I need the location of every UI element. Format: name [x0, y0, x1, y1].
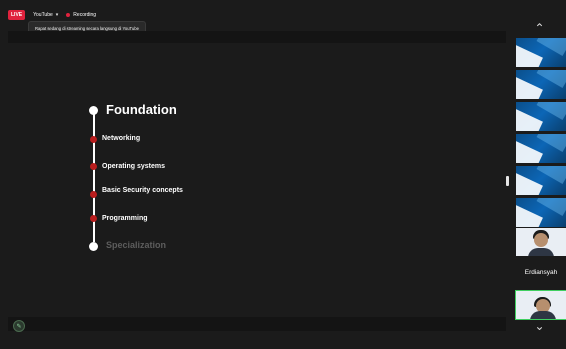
- timeline-node-operating-systems: [90, 163, 97, 170]
- timeline-line: [93, 112, 95, 242]
- participant-video[interactable]: [516, 228, 566, 256]
- meeting-top-bar: LIVE YouTube ▾ Recording: [8, 8, 96, 22]
- participants-panel: ⌃ Erdiansyah ⌄: [513, 0, 566, 349]
- participant-body: [530, 311, 556, 319]
- timeline-label-specialization: Specialization: [106, 240, 167, 250]
- participant-thumbnail[interactable]: [516, 134, 566, 163]
- timeline-label-programming: Programming: [102, 215, 148, 222]
- streaming-toast-text: Rapat sedang di streaming secara langsun…: [35, 25, 139, 31]
- participant-thumbnail[interactable]: [516, 198, 566, 227]
- sidebar-collapse-handle[interactable]: [506, 176, 509, 186]
- shared-slide: [8, 44, 506, 317]
- annotate-button[interactable]: ✎: [13, 320, 25, 332]
- timeline-label-foundation: Foundation: [106, 102, 177, 117]
- participant-video-active[interactable]: [515, 290, 566, 320]
- timeline-node-basic-security: [90, 191, 97, 198]
- chevron-down-icon: ▾: [55, 12, 59, 18]
- recording-indicator[interactable]: Recording: [66, 12, 96, 18]
- participant-name: Erdiansyah: [524, 268, 558, 276]
- chevron-up-icon[interactable]: ⌃: [513, 22, 566, 34]
- timeline-label-networking: Networking: [102, 135, 141, 142]
- timeline-node-specialization: [89, 242, 98, 251]
- participant-face: [534, 233, 548, 247]
- youtube-dropdown[interactable]: YouTube ▾: [33, 12, 58, 18]
- chevron-down-icon[interactable]: ⌄: [513, 320, 566, 332]
- participant-body: [528, 248, 554, 256]
- participant-thumbnail[interactable]: [516, 70, 566, 99]
- timeline-node-foundation: [89, 106, 98, 115]
- participant-name-tile[interactable]: Erdiansyah: [516, 258, 566, 286]
- youtube-label: YouTube: [33, 12, 53, 18]
- meeting-window: LIVE YouTube ▾ Recording Rapat sedang di…: [0, 0, 566, 349]
- participant-thumbnail[interactable]: [516, 166, 566, 195]
- participant-thumbnail[interactable]: [516, 38, 566, 67]
- record-dot-icon: [66, 13, 71, 17]
- timeline-node-programming: [90, 215, 97, 222]
- timeline-label-basic-security: Basic Security concepts: [102, 187, 183, 194]
- stage-bottom-bar: [8, 317, 506, 331]
- participant-thumbnail[interactable]: [516, 102, 566, 131]
- recording-label: Recording: [73, 12, 97, 18]
- pencil-icon: ✎: [16, 323, 22, 330]
- timeline-node-networking: [90, 136, 97, 143]
- timeline-label-operating-systems: Operating systems: [102, 163, 166, 170]
- stage-top-bar: [8, 31, 506, 43]
- live-badge[interactable]: LIVE: [8, 10, 26, 20]
